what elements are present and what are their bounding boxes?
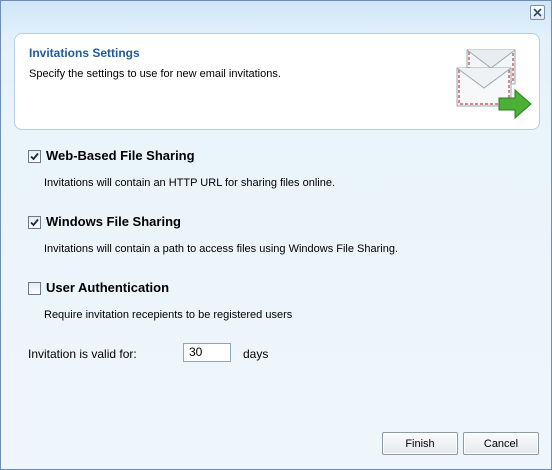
header-subtitle: Specify the settings to use for new emai… (29, 68, 281, 80)
close-button[interactable] (530, 5, 545, 20)
envelopes-arrow-icon (456, 49, 532, 120)
header-title: Invitations Settings (29, 46, 140, 60)
windows-sharing-label[interactable]: Windows File Sharing (46, 214, 181, 229)
windows-sharing-description: Invitations will contain a path to acces… (44, 243, 399, 255)
checkmark-icon (30, 218, 39, 227)
user-authentication-description: Require invitation recepients to be regi… (44, 309, 293, 321)
cancel-button[interactable]: Cancel (463, 432, 539, 455)
user-authentication-checkbox[interactable] (28, 282, 41, 295)
web-sharing-label[interactable]: Web-Based File Sharing (46, 148, 195, 163)
invitations-settings-dialog: Invitations Settings Specify the setting… (0, 0, 552, 470)
web-sharing-description: Invitations will contain an HTTP URL for… (44, 177, 336, 189)
validity-label: Invitation is valid for: (28, 347, 137, 361)
windows-sharing-checkbox[interactable] (28, 216, 41, 229)
close-icon (533, 8, 542, 17)
header-panel: Invitations Settings Specify the setting… (14, 33, 540, 130)
validity-unit-label: days (243, 347, 269, 361)
finish-button[interactable]: Finish (382, 432, 458, 455)
checkmark-icon (30, 152, 39, 161)
user-authentication-label[interactable]: User Authentication (46, 280, 169, 295)
validity-days-input[interactable] (183, 343, 231, 362)
web-sharing-checkbox[interactable] (28, 150, 41, 163)
